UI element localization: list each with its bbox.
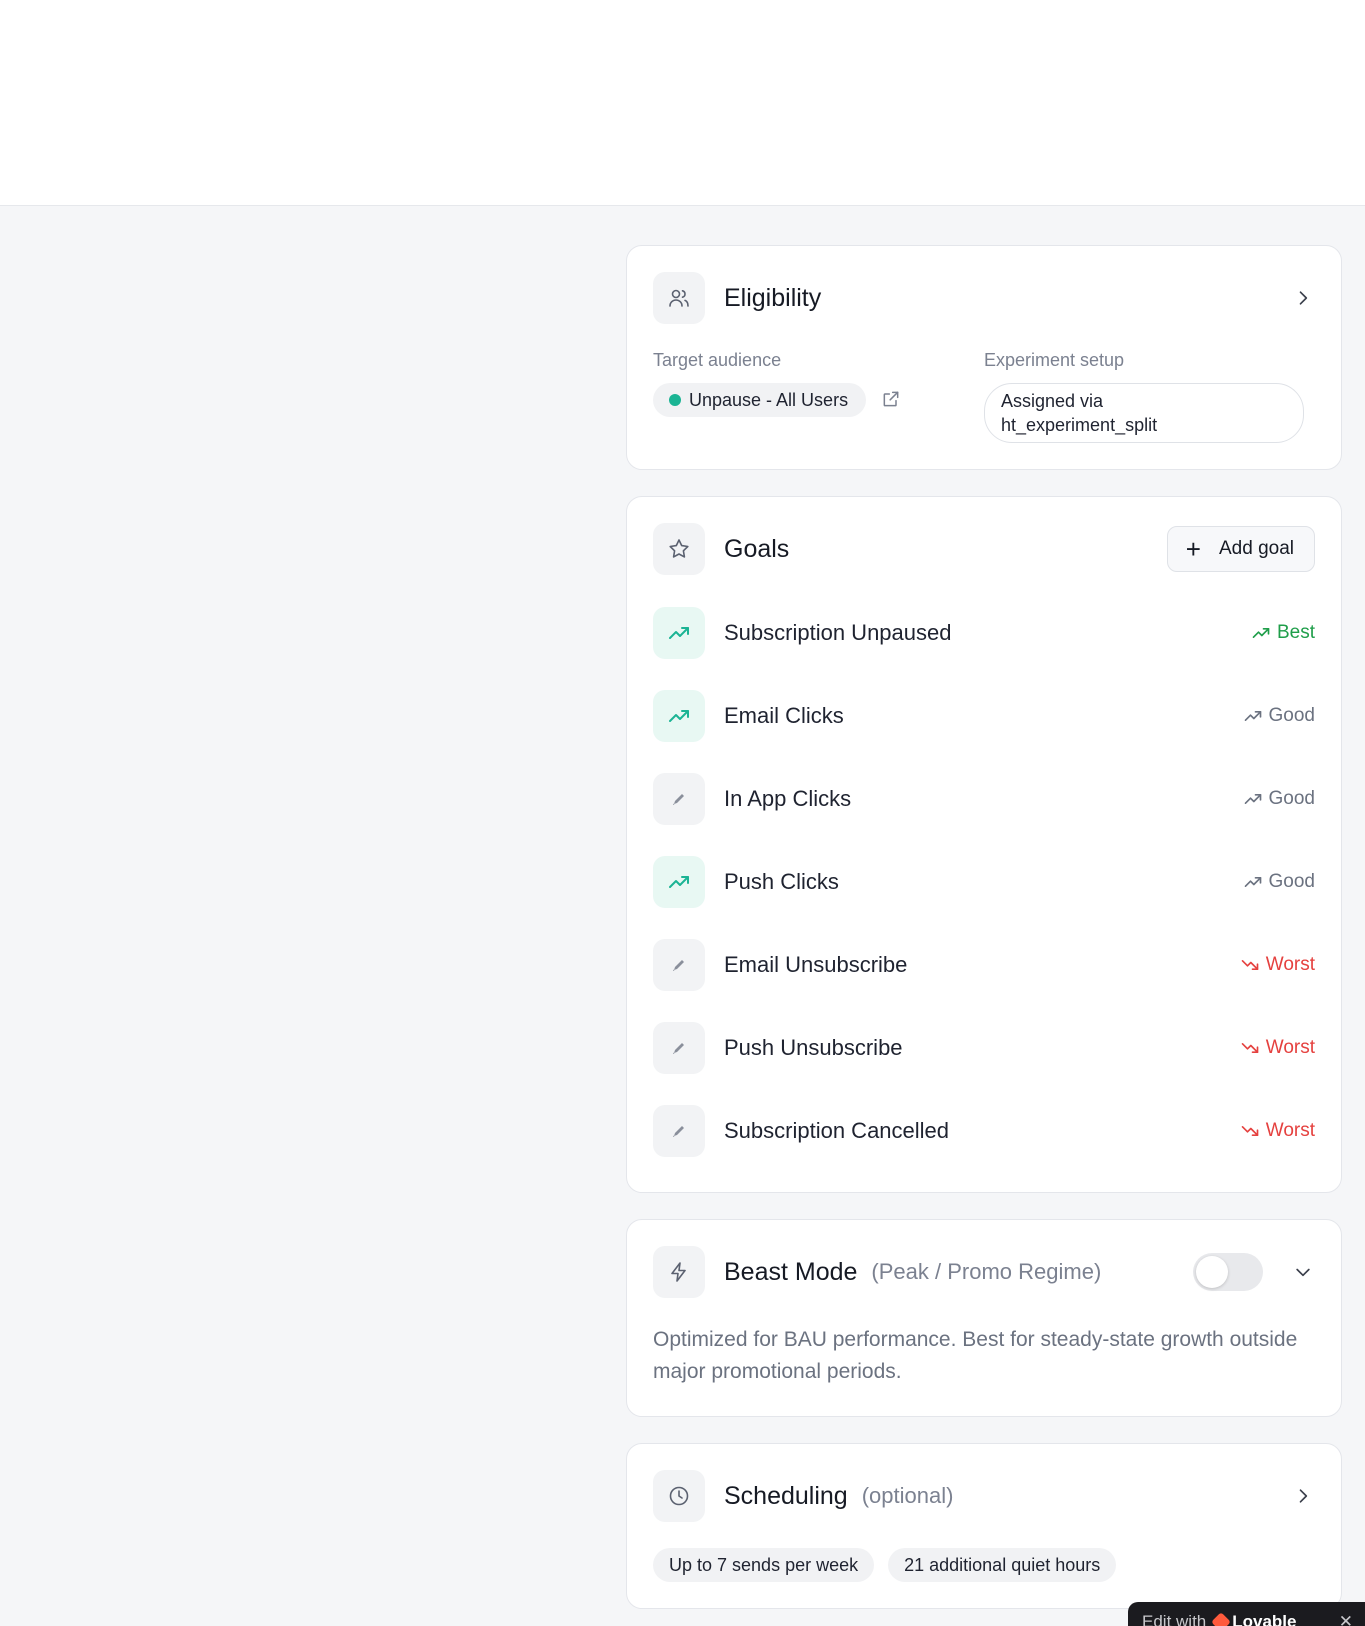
trending-down-icon — [1240, 1121, 1266, 1141]
goal-row[interactable]: Push Clicks Good — [653, 840, 1315, 923]
plus-icon: + — [1185, 534, 1201, 564]
lightning-icon — [653, 1246, 705, 1298]
goal-rating: Worst — [1240, 1037, 1315, 1059]
target-audience-pill[interactable]: Unpause - All Users — [653, 383, 867, 417]
goal-rating-label: Worst — [1265, 1119, 1315, 1141]
badge-brand: Lovable — [1232, 1612, 1297, 1626]
edit-with-lovable-badge[interactable]: Edit with Lovable ✕ — [1128, 1602, 1365, 1626]
beast-mode-card: Beast Mode (Peak / Promo Regime) Optimiz… — [626, 1219, 1342, 1417]
beast-mode-header: Beast Mode (Peak / Promo Regime) — [653, 1246, 1315, 1298]
goals-card: Goals + Add goal Subscription Unpaused Be… — [626, 496, 1342, 1193]
toggle-knob — [1196, 1256, 1228, 1288]
trending-up-icon — [1251, 623, 1277, 643]
goal-row[interactable]: Push Unsubscribe Worst — [653, 1006, 1315, 1089]
beast-mode-subtitle: (Peak / Promo Regime) — [871, 1259, 1102, 1284]
experiment-setup-line1: Assigned via — [1001, 391, 1104, 411]
goal-name: Push Unsubscribe — [724, 1034, 903, 1060]
pencil-icon — [653, 1104, 705, 1157]
goal-rating-label: Good — [1268, 787, 1315, 809]
add-goal-label: Add goal — [1218, 538, 1294, 559]
trending-up-icon — [653, 689, 705, 742]
scheduling-title: Scheduling — [724, 1481, 848, 1510]
eligibility-header[interactable]: Eligibility — [653, 272, 1315, 324]
experiment-setup-line2: ht_experiment_split — [1001, 415, 1158, 435]
goal-rating-label: Good — [1268, 704, 1315, 726]
add-goal-button[interactable]: + Add goal — [1166, 526, 1315, 572]
eligibility-card: Eligibility Target audience Unpause - Al… — [626, 245, 1342, 470]
trending-up-icon — [1243, 789, 1269, 809]
trending-down-icon — [1240, 1038, 1266, 1058]
goal-row[interactable]: In App Clicks Good — [653, 757, 1315, 840]
goal-rating: Worst — [1240, 954, 1315, 976]
trending-down-icon — [1240, 955, 1266, 975]
goal-rating: Good — [1243, 871, 1315, 893]
goal-rating: Good — [1243, 788, 1315, 810]
goal-rating-label: Good — [1268, 870, 1315, 892]
trending-up-icon — [1243, 706, 1269, 726]
goal-name: Subscription Unpaused — [724, 619, 952, 645]
badge-prefix: Edit with — [1142, 1612, 1207, 1626]
beast-mode-toggle[interactable] — [1193, 1253, 1263, 1291]
clock-icon — [653, 1470, 705, 1522]
goal-row[interactable]: Subscription Cancelled Worst — [653, 1089, 1315, 1172]
goal-name: In App Clicks — [724, 785, 852, 811]
star-icon — [653, 523, 705, 575]
goal-name: Push Clicks — [724, 868, 839, 894]
goal-rating-label: Worst — [1265, 953, 1315, 975]
trending-up-icon — [653, 855, 705, 908]
goal-name: Email Clicks — [724, 702, 844, 728]
target-audience-label: Target audience — [653, 350, 782, 370]
settings-column: Eligibility Target audience Unpause - Al… — [626, 245, 1342, 1626]
chevron-right-icon[interactable] — [1291, 1484, 1315, 1508]
eligibility-title: Eligibility — [724, 283, 822, 312]
heart-icon — [1211, 1612, 1232, 1626]
goal-rating: Best — [1251, 622, 1315, 644]
scheduling-card: Scheduling (optional) Up to 7 sends per … — [626, 1443, 1342, 1609]
pencil-icon — [653, 938, 705, 991]
goal-row[interactable]: Email Clicks Good — [653, 674, 1315, 757]
status-dot — [669, 394, 681, 406]
pencil-icon — [653, 1021, 705, 1074]
quiet-hours-chip: 21 additional quiet hours — [888, 1548, 1117, 1582]
goals-title: Goals — [724, 534, 790, 563]
goal-row[interactable]: Subscription Unpaused Best — [653, 591, 1315, 674]
trending-up-icon — [1243, 872, 1269, 892]
goals-header: Goals + Add goal — [653, 523, 1315, 575]
goal-name: Email Unsubscribe — [724, 951, 908, 977]
chevron-right-icon[interactable] — [1291, 286, 1315, 310]
users-icon — [653, 272, 705, 324]
chevron-down-icon[interactable] — [1291, 1260, 1315, 1284]
scheduling-header[interactable]: Scheduling (optional) — [653, 1470, 1315, 1522]
goal-rating-label: Worst — [1265, 1036, 1315, 1058]
external-link-icon[interactable] — [881, 389, 901, 414]
lovable-logo: Lovable — [1211, 1612, 1297, 1626]
scheduling-chips: Up to 7 sends per week 21 additional qui… — [653, 1548, 1315, 1582]
goal-name: Subscription Cancelled — [724, 1117, 950, 1143]
scheduling-subtitle: (optional) — [861, 1483, 954, 1508]
experiment-setup-label: Experiment setup — [984, 350, 1125, 370]
goal-rating-label: Best — [1276, 621, 1315, 643]
goal-rating: Worst — [1240, 1120, 1315, 1142]
trending-up-icon — [653, 606, 705, 659]
experiment-setup-value: Assigned via ht_experiment_split — [984, 383, 1304, 443]
beast-mode-title: Beast Mode — [724, 1257, 858, 1286]
sends-per-week-chip: Up to 7 sends per week — [653, 1548, 875, 1582]
beast-mode-description: Optimized for BAU performance. Best for … — [653, 1328, 1298, 1383]
goal-row[interactable]: Email Unsubscribe Worst — [653, 923, 1315, 1006]
goal-list: Subscription Unpaused Best Email Clicks Goo… — [653, 591, 1315, 1172]
top-header — [0, 0, 1365, 206]
goal-rating: Good — [1243, 705, 1315, 727]
target-audience-value: Unpause - All Users — [689, 389, 849, 410]
pencil-icon — [653, 772, 705, 825]
close-icon[interactable]: ✕ — [1339, 1612, 1353, 1626]
